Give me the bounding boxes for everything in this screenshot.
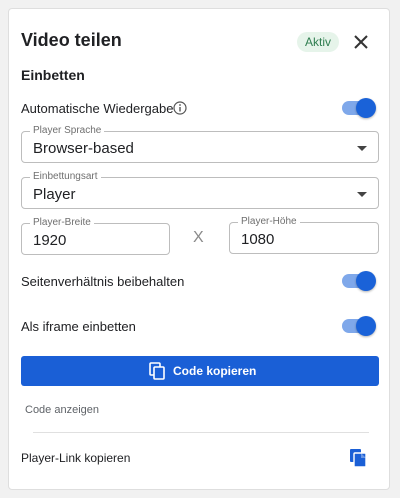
player-language-value: Browser-based xyxy=(33,140,134,157)
embed-type-value: Player xyxy=(33,186,76,203)
toggle-thumb xyxy=(356,316,376,336)
section-title-embed: Einbetten xyxy=(21,67,85,83)
dialog-header: Video teilen Aktiv xyxy=(21,30,379,56)
player-height-field[interactable]: Player-Höhe 1080 xyxy=(229,215,379,254)
copy-code-button[interactable]: Code kopieren xyxy=(21,356,379,386)
player-language-select[interactable]: Player Sprache Browser-based xyxy=(21,124,379,163)
dimension-separator: X xyxy=(193,229,204,246)
iframe-row: Als iframe einbetten xyxy=(21,315,379,339)
status-badge: Aktiv xyxy=(297,32,340,52)
divider xyxy=(33,432,369,433)
embed-type-select[interactable]: Einbettungsart Player xyxy=(21,170,379,209)
player-width-field[interactable]: Player-Breite 1920 xyxy=(21,216,170,255)
autoplay-toggle[interactable] xyxy=(342,98,376,118)
dialog-title: Video teilen xyxy=(21,30,122,50)
show-code-link[interactable]: Code anzeigen xyxy=(25,404,99,416)
player-language-label: Player Sprache xyxy=(30,124,105,138)
aspect-ratio-row: Seitenverhältnis beibehalten xyxy=(21,270,379,294)
embed-type-label: Einbettungsart xyxy=(30,170,101,184)
close-icon[interactable] xyxy=(351,32,371,52)
iframe-toggle[interactable] xyxy=(342,316,376,336)
toggle-thumb xyxy=(356,271,376,291)
aspect-ratio-toggle[interactable] xyxy=(342,271,376,291)
copy-link-icon[interactable] xyxy=(349,448,367,468)
toggle-thumb xyxy=(356,98,376,118)
player-height-value: 1080 xyxy=(241,231,275,248)
copy-code-label: Code kopieren xyxy=(173,364,257,378)
info-icon[interactable] xyxy=(173,101,187,115)
autoplay-label: Automatische Wiedergabe xyxy=(21,101,174,116)
copy-player-link-label: Player-Link kopieren xyxy=(21,451,131,465)
chevron-down-icon xyxy=(357,146,367,151)
aspect-ratio-label: Seitenverhältnis beibehalten xyxy=(21,274,185,289)
iframe-label: Als iframe einbetten xyxy=(21,319,136,334)
copy-icon xyxy=(149,362,165,380)
player-width-label: Player-Breite xyxy=(30,216,94,230)
chevron-down-icon xyxy=(357,192,367,197)
player-width-value: 1920 xyxy=(33,232,67,249)
autoplay-row: Automatische Wiedergabe xyxy=(21,97,379,121)
player-height-label: Player-Höhe xyxy=(238,215,300,229)
